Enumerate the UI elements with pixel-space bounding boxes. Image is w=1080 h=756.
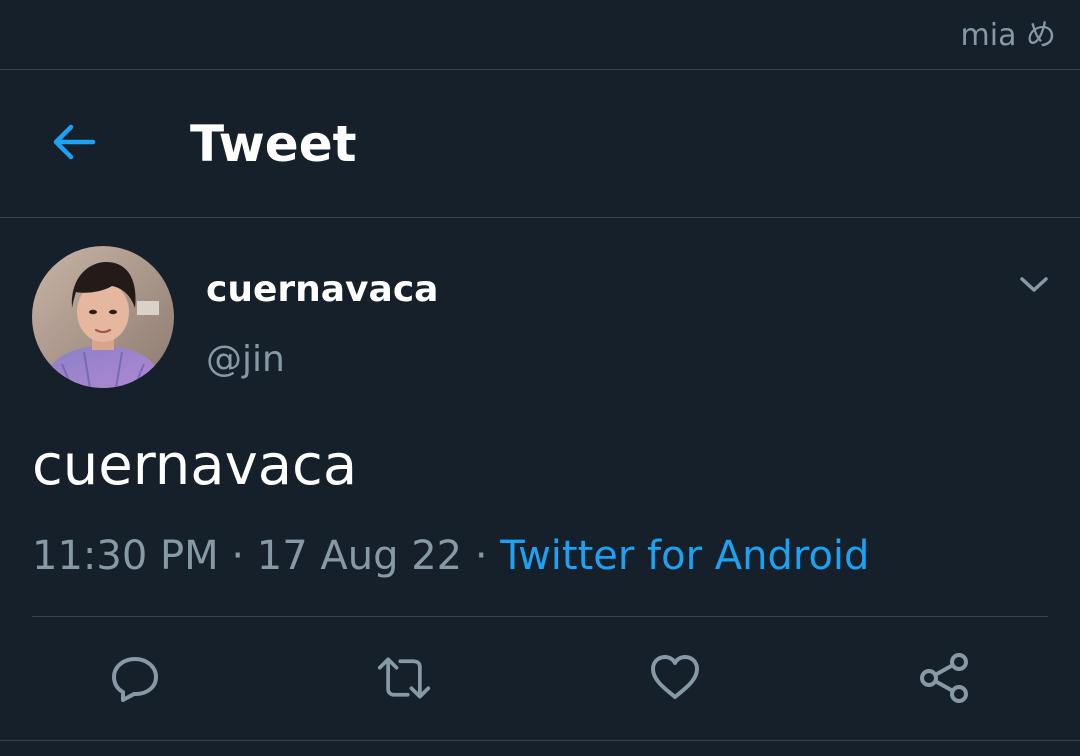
avatar-image bbox=[32, 246, 174, 388]
share-button[interactable] bbox=[917, 650, 973, 706]
retweet-button[interactable] bbox=[376, 650, 432, 706]
divider bbox=[0, 740, 1080, 741]
arrow-left-icon bbox=[53, 124, 96, 160]
chevron-down-icon bbox=[1020, 277, 1048, 292]
tweet-time: 11:30 PM bbox=[32, 533, 219, 579]
watermark: mia め bbox=[960, 18, 1056, 53]
tweet-source-link[interactable]: Twitter for Android bbox=[500, 533, 869, 579]
tweet-text: cuernavaca bbox=[32, 433, 358, 498]
share-icon bbox=[920, 653, 968, 703]
author-handle: @jin bbox=[206, 339, 285, 380]
author-display-name[interactable]: cuernavaca bbox=[206, 266, 438, 314]
meta-separator: · bbox=[462, 533, 501, 579]
divider bbox=[32, 616, 1048, 617]
back-button[interactable] bbox=[44, 112, 104, 172]
like-icon bbox=[651, 655, 699, 699]
reply-button[interactable] bbox=[107, 650, 163, 706]
meta-separator: · bbox=[218, 533, 257, 579]
retweet-icon bbox=[377, 657, 431, 699]
top-strip: mia め bbox=[0, 0, 1080, 70]
like-button[interactable] bbox=[647, 650, 703, 706]
tweet-meta: 11:30 PM · 17 Aug 22 · Twitter for Andro… bbox=[32, 530, 869, 582]
page-title: Tweet bbox=[190, 115, 357, 173]
tweet-detail-screen: mia め Tweet cuernavaca @jin cuernavaca 1… bbox=[0, 0, 1080, 756]
tweet-menu-button[interactable] bbox=[1016, 270, 1052, 300]
avatar[interactable] bbox=[32, 246, 174, 388]
tweet-date: 17 Aug 22 bbox=[256, 533, 463, 579]
app-header: Tweet bbox=[0, 70, 1080, 218]
reply-icon bbox=[112, 657, 158, 702]
